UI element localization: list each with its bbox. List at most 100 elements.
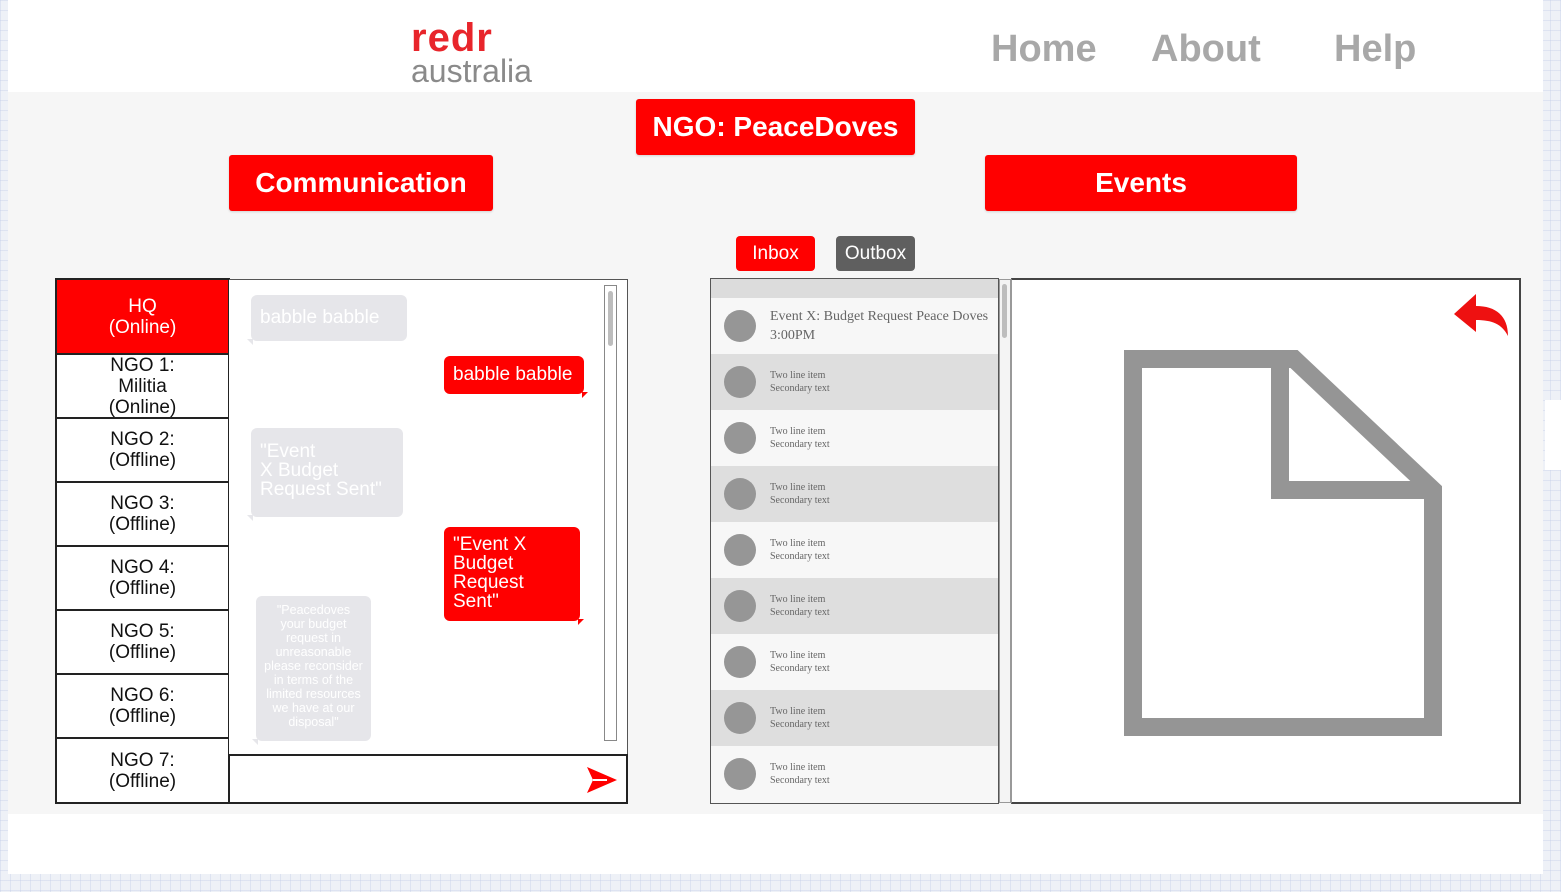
contact-name: NGO 5: — [110, 621, 175, 642]
event-list-item[interactable]: Event X: Budget Request Peace Doves 3:00P… — [711, 298, 998, 354]
contact-name: NGO 3: — [110, 493, 175, 514]
tab-outbox[interactable]: Outbox — [836, 236, 915, 271]
contact-label: NGO 5: (Offline) — [109, 621, 176, 663]
footer-area — [8, 814, 1543, 874]
contact-item[interactable]: NGO 1: Militia (Online) — [57, 355, 228, 419]
event-item-text: Two line item Secondary text — [770, 481, 830, 507]
chat-messages-pane: babble babble babble babble "Event X Budge… — [229, 279, 628, 755]
received-message-bubble: "Peacedoves your budget request in unrea… — [256, 596, 371, 741]
event-item-primary-text: Two line item — [770, 426, 826, 437]
contact-item[interactable]: NGO 3: (Offline) — [57, 483, 228, 547]
event-item-primary-text: Two line item — [770, 706, 826, 717]
event-item-primary-text: Two line item — [770, 370, 826, 381]
event-item-text: Event X: Budget Request Peace Doves 3:00P… — [770, 307, 988, 345]
event-list-item[interactable]: Two line item Secondary text — [711, 690, 998, 746]
contact-name: NGO 7: — [110, 749, 175, 771]
chat-scrollbar[interactable] — [604, 285, 617, 741]
contact-label: HQ (Online) — [109, 296, 177, 338]
nav-home-link[interactable]: Home — [991, 28, 1097, 71]
contact-item[interactable]: NGO 4: (Offline) — [57, 547, 228, 611]
event-item-secondary-text: Secondary text — [770, 719, 830, 730]
event-item-text: Two line item Secondary text — [770, 537, 830, 563]
contact-item[interactable]: NGO 5: (Offline) — [57, 611, 228, 675]
avatar — [724, 422, 756, 454]
event-item-secondary-text: 3:00PM — [770, 328, 816, 343]
event-item-text: Two line item Secondary text — [770, 649, 830, 675]
tab-inbox[interactable]: Inbox — [736, 236, 815, 271]
event-item-primary-text: Two line item — [770, 762, 826, 773]
nav-about-link[interactable]: About — [1151, 28, 1261, 71]
event-list-item[interactable]: Two line item Secondary text — [711, 634, 998, 690]
event-list-item[interactable]: Two line item Secondary text — [711, 354, 998, 410]
event-item-secondary-text: Secondary text — [770, 607, 830, 618]
event-list-item[interactable]: Two line item Secondary text — [711, 746, 998, 802]
avatar — [724, 310, 756, 342]
event-item-primary-text: Two line item — [770, 650, 826, 661]
event-detail-viewer — [1011, 278, 1521, 804]
avatar — [724, 646, 756, 678]
contact-item[interactable]: HQ (Online) — [57, 280, 228, 355]
event-item-primary-text: Two line item — [770, 482, 826, 493]
contact-name: NGO 2: — [110, 429, 175, 450]
contact-status: (Offline) — [108, 642, 177, 663]
contact-status: (Online) — [108, 396, 177, 418]
events-scrollbar-thumb[interactable] — [1002, 284, 1007, 338]
avatar — [724, 758, 756, 790]
contact-item[interactable]: NGO 7: (Offline) — [57, 739, 228, 802]
sent-message-bubble: babble babble — [444, 356, 588, 398]
send-icon[interactable] — [585, 765, 619, 795]
site-header: redr australia Home About Help — [8, 0, 1543, 92]
contact-status: (Online) — [108, 316, 177, 338]
contact-label: NGO 1: Militia (Online) — [108, 355, 177, 418]
clipped-edge-element — [1545, 400, 1561, 470]
contact-label: NGO 7: (Offline) — [109, 750, 176, 792]
page-title: NGO: PeaceDoves — [636, 99, 915, 155]
event-item-primary-text: Two line item — [770, 594, 826, 605]
event-item-text: Two line item Secondary text — [770, 369, 830, 395]
events-list-scrollbar[interactable] — [999, 279, 1011, 803]
event-item-text: Two line item Secondary text — [770, 593, 830, 619]
avatar — [724, 478, 756, 510]
events-list-header — [711, 279, 998, 298]
contact-status: (Offline) — [108, 706, 177, 727]
event-item-secondary-text: Secondary text — [770, 775, 830, 786]
chat-input-bar[interactable] — [229, 754, 628, 804]
contact-item[interactable]: NGO 6: (Offline) — [57, 675, 228, 739]
received-message-bubble: "Event X Budget Request Sent" — [251, 428, 403, 517]
contact-name: HQ — [128, 295, 157, 317]
contact-label: NGO 3: (Offline) — [109, 493, 176, 535]
event-list-item[interactable]: Two line item Secondary text — [711, 578, 998, 634]
logo-wordmark-redr: redr — [411, 16, 493, 60]
contact-status: (Offline) — [108, 578, 177, 599]
chat-scrollbar-thumb[interactable] — [608, 291, 613, 346]
event-item-secondary-text: Secondary text — [770, 383, 830, 394]
event-item-secondary-text: Secondary text — [770, 551, 830, 562]
received-message-bubble: babble babble — [251, 295, 407, 341]
event-list-item[interactable]: Two line item Secondary text — [711, 410, 998, 466]
contact-label: NGO 4: (Offline) — [109, 557, 176, 599]
communication-section-button[interactable]: Communication — [229, 155, 493, 211]
event-item-text: Two line item Secondary text — [770, 425, 830, 451]
events-list: Event X: Budget Request Peace Doves 3:00P… — [710, 278, 999, 804]
reply-icon[interactable] — [1450, 292, 1512, 342]
contact-status: (Offline) — [108, 770, 177, 792]
event-item-secondary-text: Secondary text — [770, 663, 830, 674]
contact-item[interactable]: NGO 2: (Offline) — [57, 419, 228, 483]
event-list-item[interactable]: Two line item Secondary text — [711, 522, 998, 578]
contact-status: (Offline) — [108, 450, 177, 471]
redr-australia-logo[interactable]: redr australia — [411, 16, 532, 87]
nav-help-link[interactable]: Help — [1334, 28, 1416, 71]
avatar — [724, 366, 756, 398]
event-item-secondary-text: Secondary text — [770, 439, 830, 450]
event-item-secondary-text: Secondary text — [770, 495, 830, 506]
contact-label: NGO 6: (Offline) — [109, 685, 176, 727]
event-list-item[interactable]: Two line item Secondary text — [711, 466, 998, 522]
contact-label: NGO 2: (Offline) — [109, 429, 176, 471]
contact-name: NGO 4: — [110, 557, 175, 578]
event-item-primary-text: Event X: Budget Request Peace Doves — [770, 309, 989, 324]
sent-message-bubble: "Event X Budget Request Sent" — [444, 527, 584, 625]
event-item-text: Two line item Secondary text — [770, 761, 830, 787]
document-icon — [1124, 350, 1442, 736]
avatar — [724, 534, 756, 566]
events-section-button[interactable]: Events — [985, 155, 1297, 211]
